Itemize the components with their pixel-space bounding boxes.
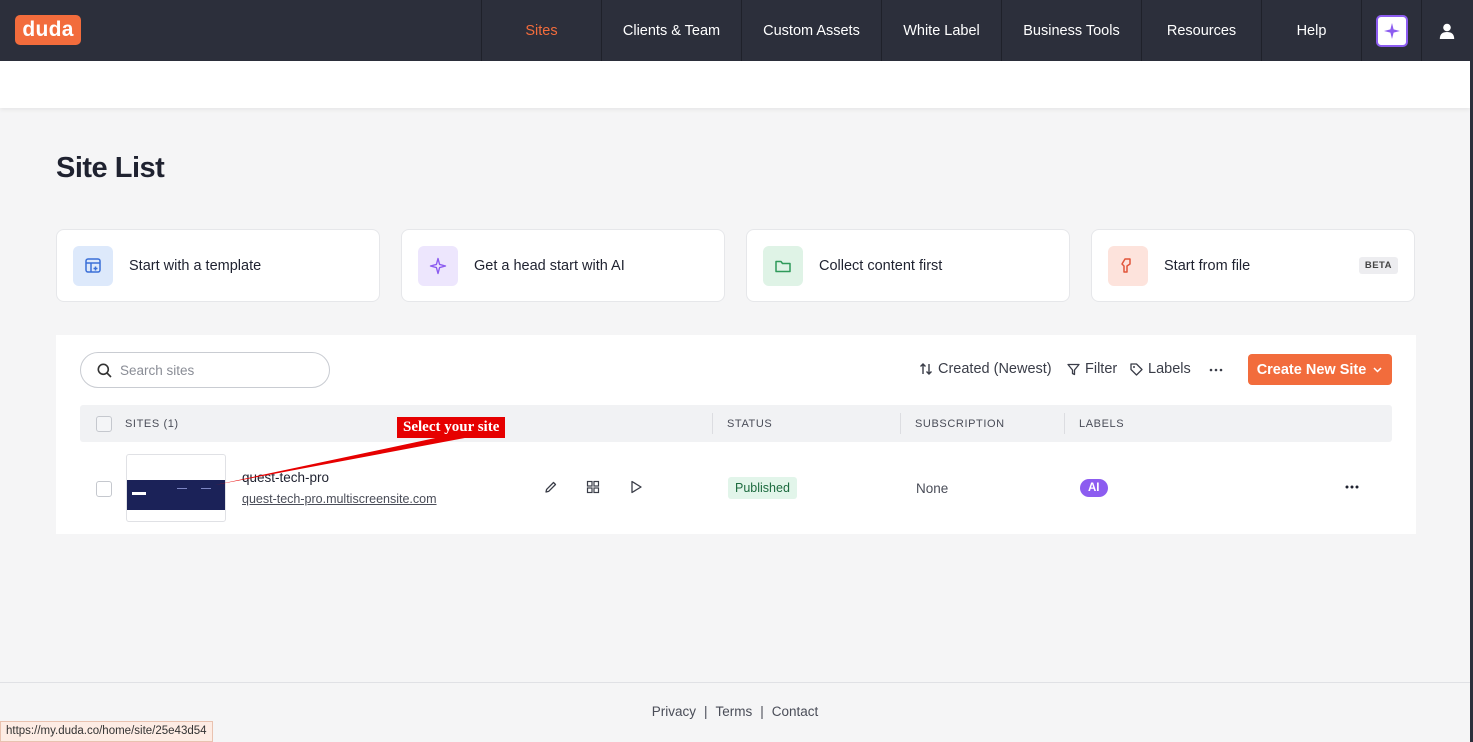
footer-separator: |: [703, 704, 708, 719]
footer-separator: |: [760, 704, 764, 719]
annotation-arrow: [215, 437, 470, 485]
contact-link[interactable]: Contact: [772, 704, 819, 719]
browser-status-url: https://my.duda.co/home/site/25e43d54: [0, 721, 213, 742]
privacy-link[interactable]: Privacy: [652, 704, 696, 719]
footer-divider: [0, 682, 1470, 683]
terms-link[interactable]: Terms: [715, 704, 752, 719]
footer: Privacy | Terms | Contact: [0, 704, 1470, 719]
annotation-label: Select your site: [397, 417, 506, 438]
